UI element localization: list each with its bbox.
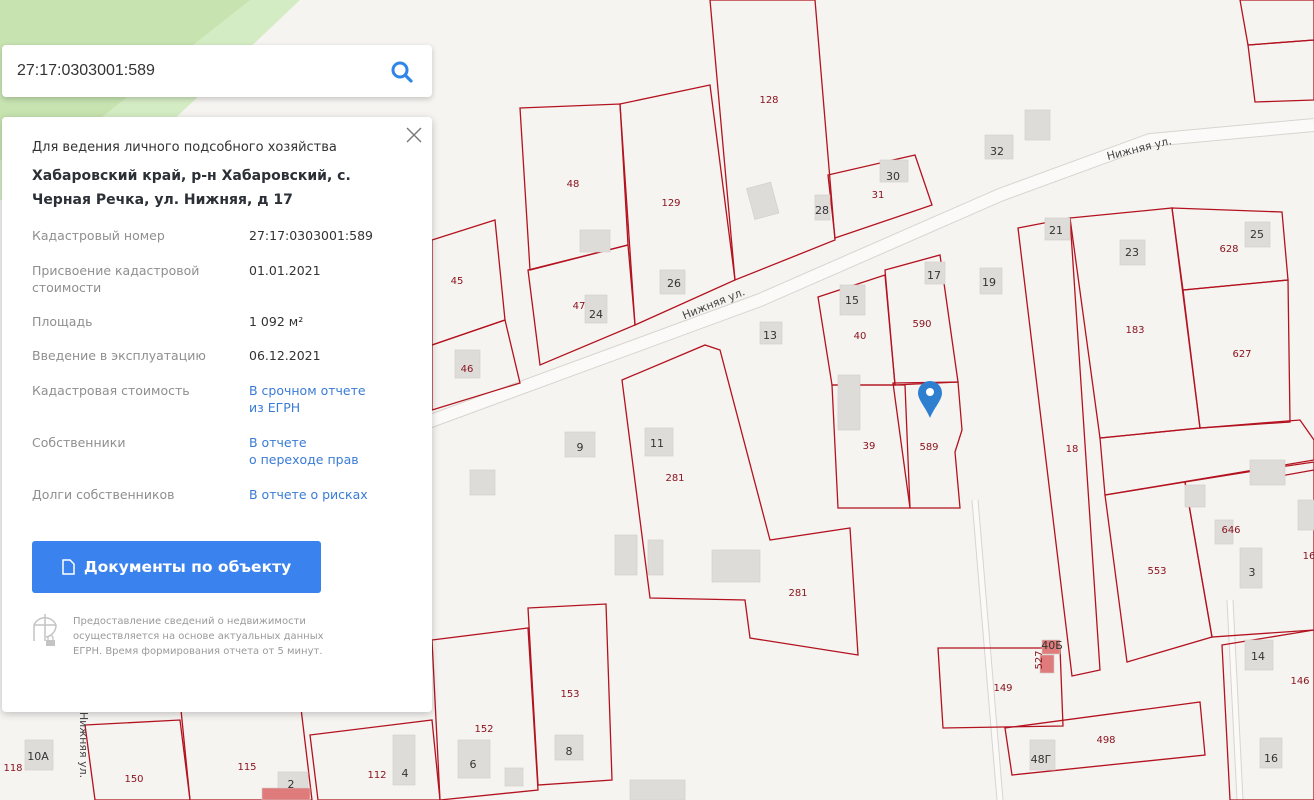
- row-key: Собственники: [32, 435, 126, 450]
- secure-registry-icon: [33, 614, 57, 646]
- location-marker-icon[interactable]: [918, 381, 942, 418]
- object-info-panel: Для ведения личного подсобного хозяйства…: [2, 117, 432, 712]
- parcel-number-label: 39: [863, 441, 876, 452]
- building-number-label: 3: [1249, 566, 1256, 579]
- parcel-number-label: 281: [788, 588, 807, 599]
- parcel-number-label: 150: [124, 774, 143, 785]
- urgent-report-link[interactable]: из ЕГРН: [249, 399, 419, 416]
- parcel-number-label: 646: [1221, 525, 1240, 536]
- building-number-label: 48Г: [1031, 753, 1052, 766]
- street-label: Нижняя ул.: [77, 712, 90, 778]
- rights-transfer-report-link[interactable]: о переходе прав: [249, 451, 419, 468]
- search-bar: [2, 45, 432, 97]
- row-value: 01.01.2021: [249, 263, 321, 278]
- parcel-number-label: 146: [1290, 676, 1309, 687]
- building-number-label: 10А: [27, 750, 49, 763]
- parcel-number-label: 115: [237, 762, 256, 773]
- parcel-number-label: 627: [1232, 349, 1251, 360]
- parcel-number-label: 149: [993, 683, 1012, 694]
- parcel-number-label: 628: [1219, 244, 1238, 255]
- parcel-number-label: 47: [573, 301, 586, 312]
- row-key: Введение в эксплуатацию: [32, 348, 206, 363]
- building-number-label: 28: [815, 204, 829, 217]
- building-number-label: 19: [982, 276, 996, 289]
- row-value: 1 092 м²: [249, 314, 304, 329]
- building-number-label: 15: [845, 294, 859, 307]
- building-number-label: 8: [566, 745, 573, 758]
- road: [972, 499, 1003, 800]
- parcel-number-label: 553: [1147, 566, 1166, 577]
- parcel-number-label: 128: [759, 95, 778, 106]
- parcel-number-label: 183: [1125, 325, 1144, 336]
- building-number-label: 13: [763, 329, 777, 342]
- building-number-label: 32: [990, 145, 1004, 158]
- building-number-label: 21: [1049, 224, 1063, 237]
- building-number-label: 2: [288, 778, 295, 791]
- object-documents-button[interactable]: Документы по объекту: [32, 541, 321, 593]
- parcel-number-label: 46: [461, 364, 474, 375]
- row-key: Кадастровый номер: [32, 228, 165, 243]
- parcel-number-label: 48: [567, 179, 580, 190]
- building-number-label: 30: [886, 170, 900, 183]
- parcel-number-label: 112: [367, 770, 386, 781]
- building-number-label: 4: [402, 767, 409, 780]
- object-documents-label: Документы по объекту: [83, 558, 292, 576]
- row-key: Площадь: [32, 314, 93, 329]
- parcel-number-label: 153: [560, 689, 579, 700]
- building-number-label: 17: [927, 269, 941, 282]
- building-number-label: 14: [1251, 650, 1265, 663]
- building-number-label: 24: [589, 308, 603, 321]
- parcel-number-label: 281: [665, 473, 684, 484]
- parcel-number-label: 40: [854, 331, 867, 342]
- search-icon[interactable]: [390, 60, 414, 84]
- document-icon: [62, 559, 75, 575]
- row-value: 27:17:0303001:589: [249, 228, 373, 243]
- row-key: Долги собственников: [32, 487, 175, 502]
- object-address: Хабаровский край, р-н Хабаровский, с. Че…: [32, 168, 351, 208]
- parcel-number-label: 589: [919, 442, 938, 453]
- parcel-number-label: 152: [474, 724, 493, 735]
- building-number-label: 16: [1264, 752, 1278, 765]
- parcel-number-label: 45: [451, 276, 464, 287]
- land-purpose: Для ведения личного подсобного хозяйства: [32, 140, 337, 155]
- cadastral-search-input[interactable]: [15, 61, 379, 81]
- disclaimer-note: Предоставление сведений о недвижимости о…: [73, 616, 324, 657]
- building-number-label: 11: [650, 437, 664, 450]
- close-icon[interactable]: [406, 127, 422, 143]
- risk-report-link[interactable]: В отчете о рисках: [249, 486, 419, 503]
- building-number-label: 6: [470, 758, 477, 771]
- row-key: Присвоение кадастровой стоимости: [32, 263, 200, 295]
- building-number-label: 25: [1250, 228, 1264, 241]
- parcel-number-label: 18: [1066, 444, 1079, 455]
- parcel-number-label: 118: [3, 763, 22, 774]
- parcel-number-label: 527: [1034, 650, 1045, 669]
- row-key: Кадастровая стоимость: [32, 383, 190, 398]
- parcel-number-label: 498: [1096, 735, 1115, 746]
- building-number-label: 9: [577, 441, 584, 454]
- building-number-label: 40Б: [1041, 639, 1063, 652]
- row-value: 06.12.2021: [249, 348, 321, 363]
- parcel-number-label: 31: [872, 190, 885, 201]
- parcel-number-label: 590: [912, 319, 931, 330]
- parcel-number-label: 16: [1303, 551, 1314, 562]
- building-number-label: 23: [1125, 246, 1139, 259]
- building-number-label: 26: [667, 277, 681, 290]
- rights-transfer-report-link[interactable]: В отчете: [249, 434, 419, 451]
- urgent-report-link[interactable]: В срочном отчете: [249, 382, 419, 399]
- parcel-number-label: 129: [661, 198, 680, 209]
